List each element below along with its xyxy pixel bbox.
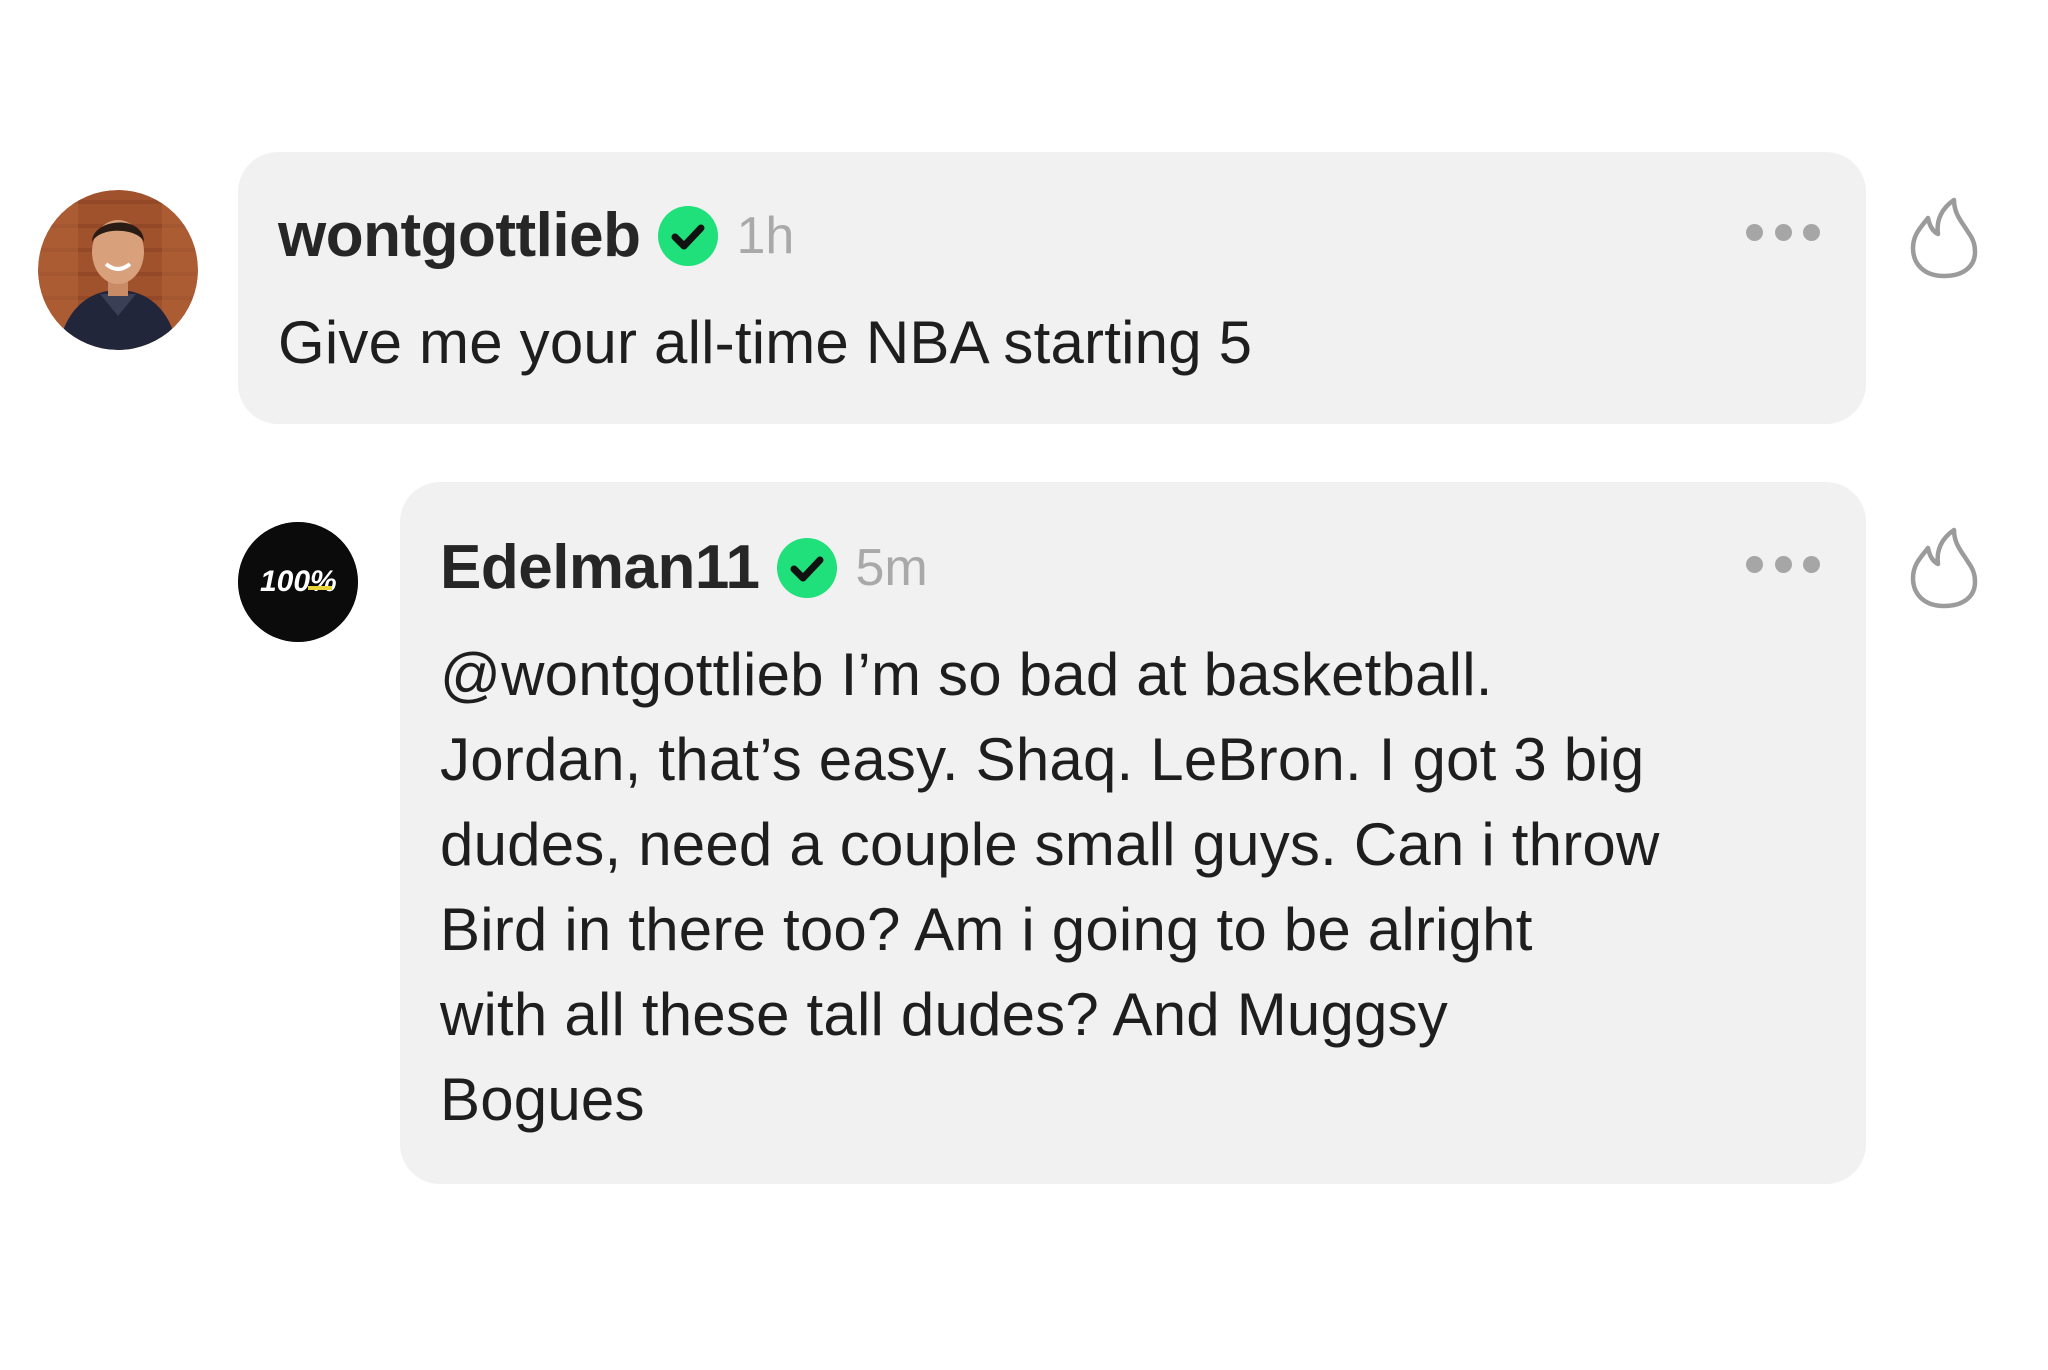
verified-badge-icon	[658, 205, 719, 266]
comment-text: @wontgottlieb I’m so bad at basketball. …	[440, 632, 1660, 1142]
username[interactable]: wontgottlieb	[278, 200, 641, 271]
comment-bubble: Edelman11 5m @wontgottlieb I’m so bad at…	[400, 482, 1866, 1184]
avatar-logo-text: 100%	[260, 565, 337, 598]
comment-text-line: dudes, need a couple small guys. Can i t…	[440, 811, 1660, 878]
fire-icon[interactable]	[1908, 196, 1980, 280]
comment-text-line: Bogues	[440, 1066, 645, 1133]
more-horizontal-icon[interactable]	[1746, 554, 1820, 574]
comment-text-line: with all these tall dudes? And Muggsy	[440, 981, 1449, 1048]
comment-text: Give me your all-time NBA starting 5	[278, 309, 1253, 376]
user-photo-avatar-icon	[38, 190, 198, 350]
username[interactable]: Edelman11	[440, 532, 760, 603]
timestamp: 5m	[855, 538, 928, 597]
comment-text-line: @wontgottlieb I’m so bad at basketball.	[440, 641, 1493, 708]
timestamp: 1h	[736, 206, 795, 265]
avatar[interactable]	[38, 190, 198, 350]
verified-badge-icon	[777, 537, 838, 598]
comment-header: wontgottlieb 1h	[278, 200, 794, 271]
more-horizontal-icon[interactable]	[1746, 222, 1820, 242]
comment-header: Edelman11 5m	[440, 532, 928, 603]
comment-bubble: wontgottlieb 1h Give me your all-time NB…	[238, 152, 1866, 424]
fire-icon[interactable]	[1908, 526, 1980, 610]
comment-text-line: Bird in there too? Am i going to be alri…	[440, 896, 1533, 963]
brand-logo-avatar-icon: 100%	[238, 522, 358, 642]
avatar[interactable]: 100%	[238, 522, 358, 642]
comment-text-line: Jordan, that’s easy. Shaq. LeBron. I got…	[440, 726, 1645, 793]
